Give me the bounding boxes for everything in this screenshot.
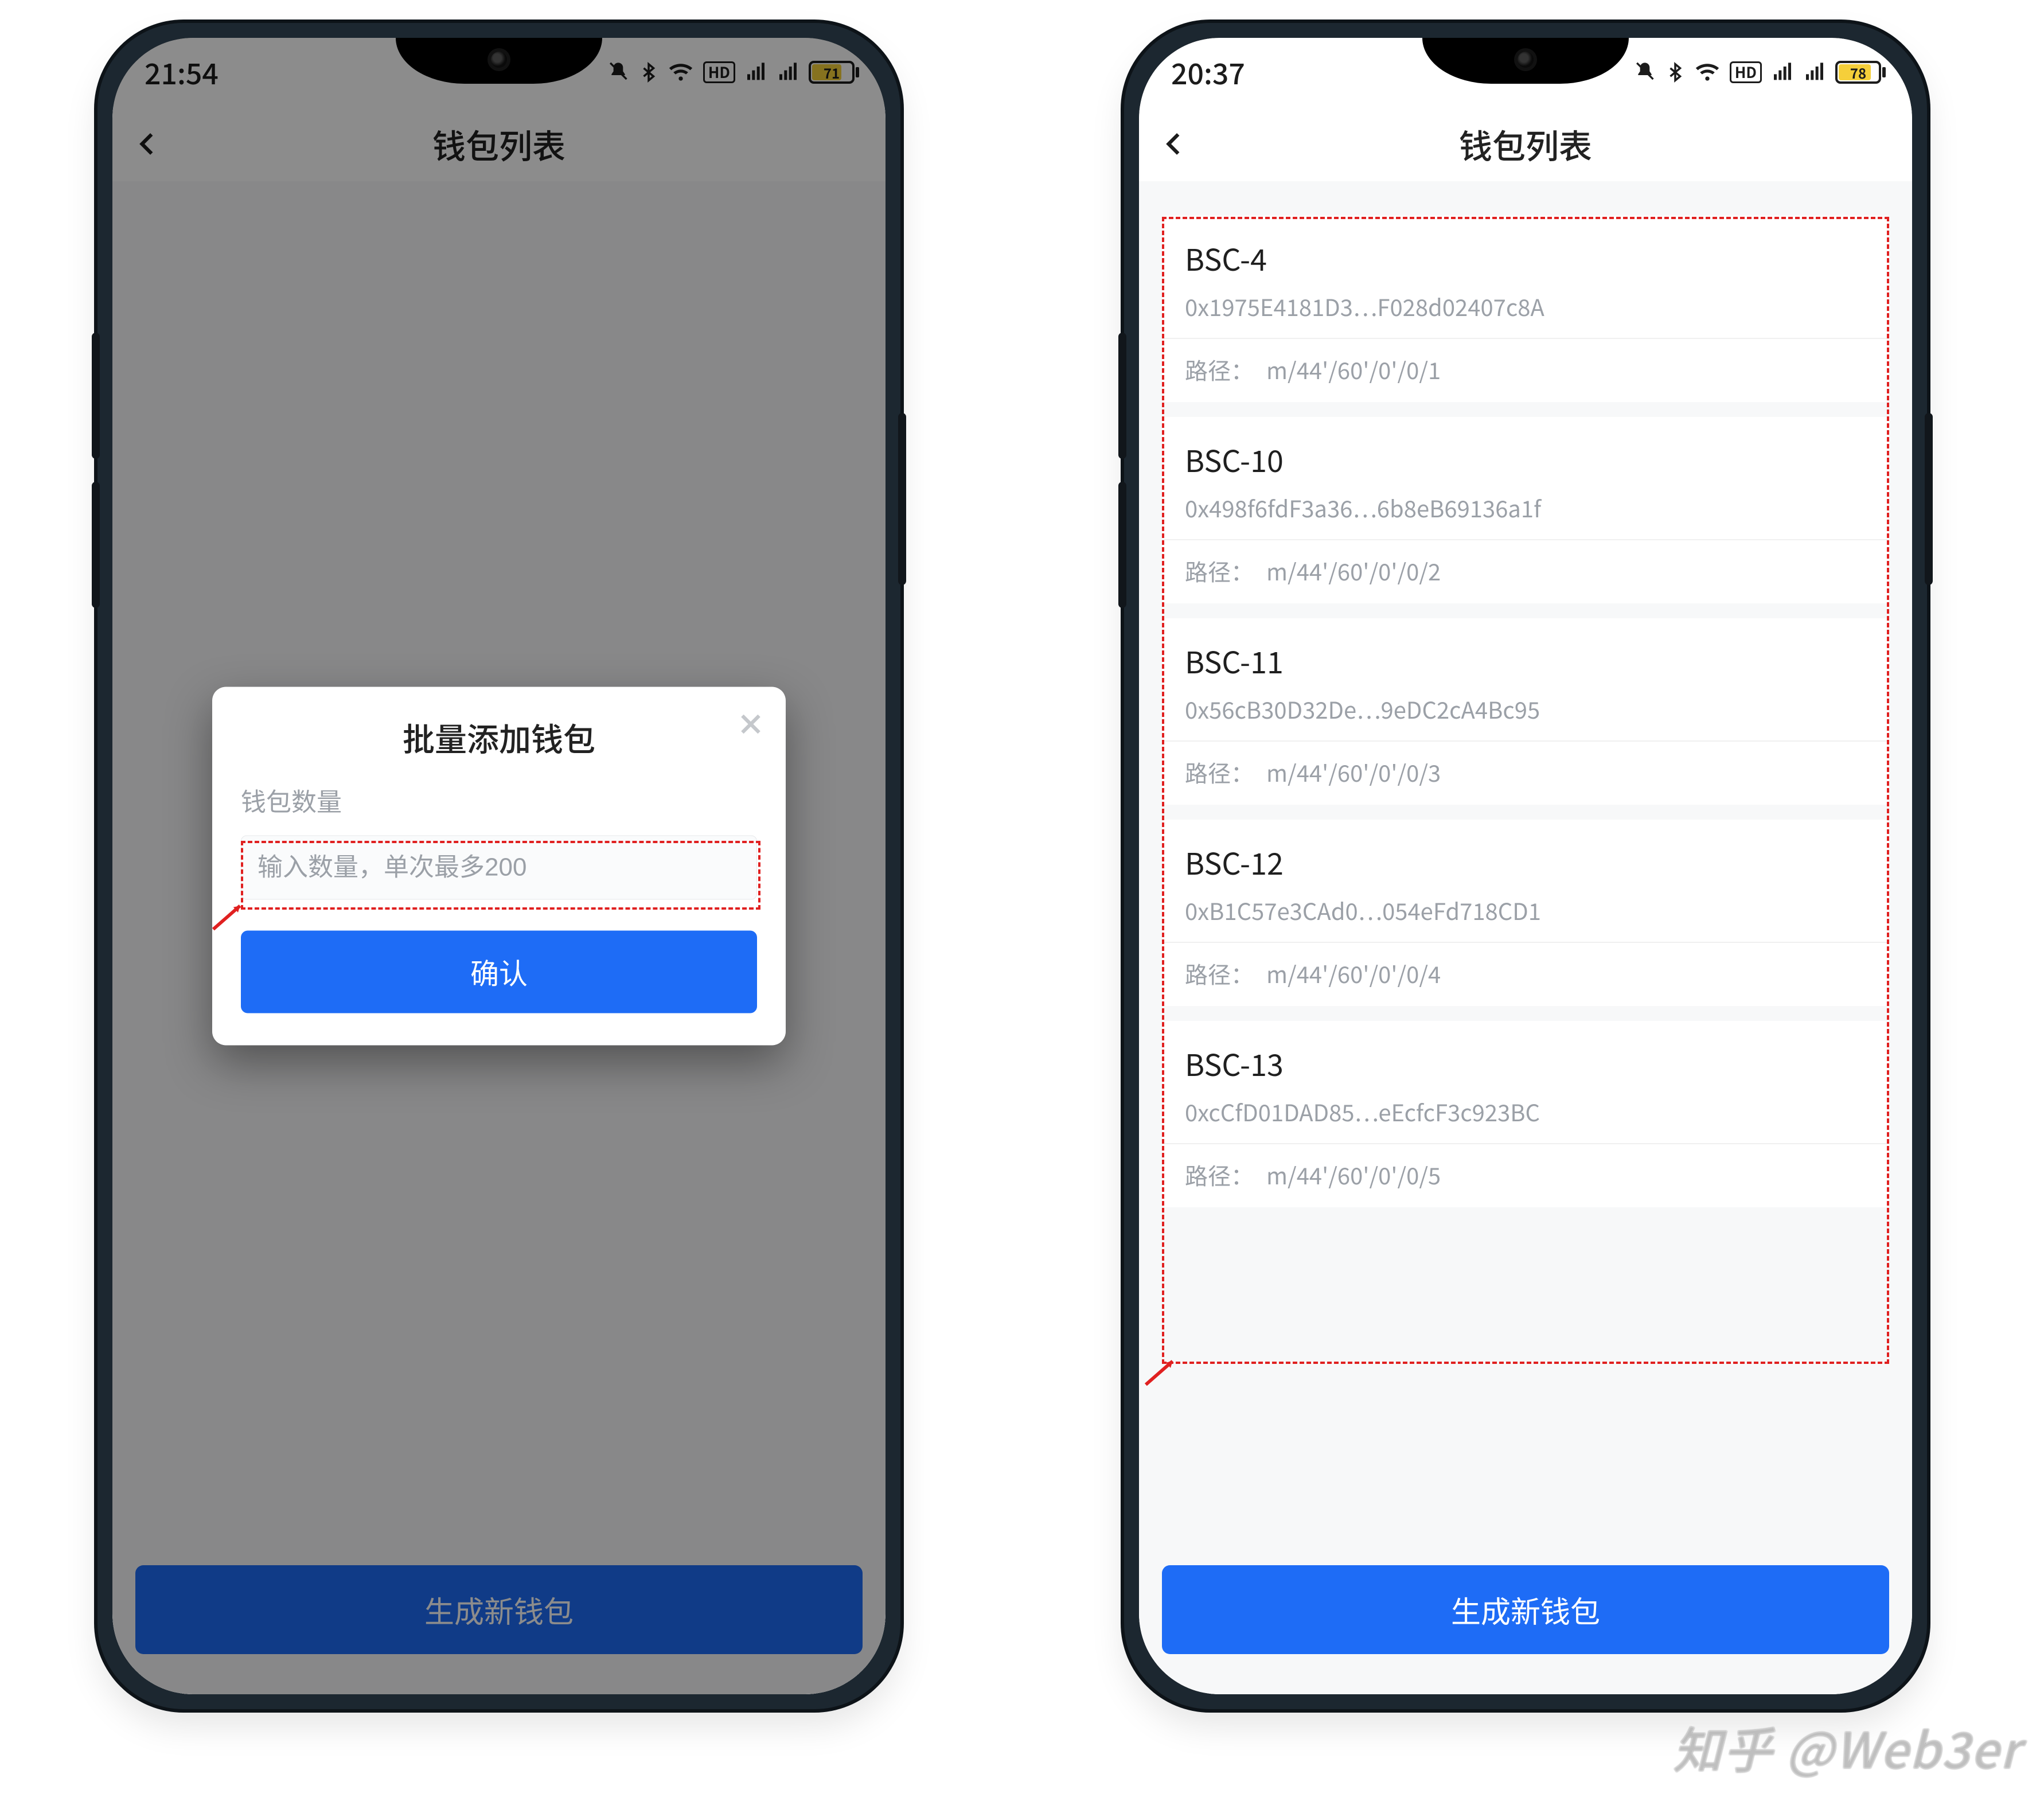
wallet-address: 0xcCfD01DAD85…eEcfcF3c923BC xyxy=(1185,1095,1866,1128)
divider xyxy=(1162,539,1889,540)
wallet-path-row: 路径： m/44'/60'/0'/0/2 xyxy=(1185,554,1866,587)
wallet-path-row: 路径： m/44'/60'/0'/0/5 xyxy=(1185,1158,1866,1191)
wallet-name: BSC-10 xyxy=(1185,438,1866,481)
status-time: 20:37 xyxy=(1165,52,1245,93)
divider xyxy=(1162,338,1889,339)
bottom-bar: 生成新钱包 xyxy=(1139,1548,1912,1694)
battery-level: 78 xyxy=(1850,63,1866,83)
volume-down-button xyxy=(92,482,100,608)
volume-up-button xyxy=(92,333,100,459)
wallet-address: 0x1975E4181D3…F028d02407c8A xyxy=(1185,290,1866,323)
divider xyxy=(1162,942,1889,943)
page-title: 钱包列表 xyxy=(1459,120,1592,168)
page-content: BSC-4 0x1975E4181D3…F028d02407c8A 路径： m/44'… xyxy=(1139,181,1912,1694)
back-button[interactable] xyxy=(1157,127,1192,161)
wallet-path: m/44'/60'/0'/0/1 xyxy=(1266,353,1441,386)
generate-wallet-button[interactable]: 生成新钱包 xyxy=(1162,1565,1889,1654)
wallet-path-label: 路径： xyxy=(1185,554,1254,587)
status-icons: HD 78 xyxy=(1633,60,1886,85)
wallet-path: m/44'/60'/0'/0/4 xyxy=(1266,957,1441,990)
wallet-address: 0x498f6fdF3a36…6b8eB69136a1f xyxy=(1185,491,1866,524)
bell-mute-icon xyxy=(1633,60,1656,85)
phone-right: 20:37 HD 78 xyxy=(1124,23,1927,1709)
modal-close-button[interactable] xyxy=(736,710,765,742)
wallet-address: 0x56cB30D32De…9eDC2cA4Bc95 xyxy=(1185,692,1866,726)
wallet-path-label: 路径： xyxy=(1185,755,1254,789)
wallet-path-row: 路径： m/44'/60'/0'/0/3 xyxy=(1185,755,1866,789)
modal-field-label: 钱包数量 xyxy=(241,782,757,818)
wallet-name: BSC-13 xyxy=(1185,1042,1866,1085)
wallet-list[interactable]: BSC-4 0x1975E4181D3…F028d02407c8A 路径： m/44'… xyxy=(1139,181,1912,1245)
wallet-path: m/44'/60'/0'/0/2 xyxy=(1266,554,1441,587)
bluetooth-icon xyxy=(1665,60,1685,85)
battery-icon: 78 xyxy=(1835,61,1886,84)
wallet-card[interactable]: BSC-13 0xcCfD01DAD85…eEcfcF3c923BC 路径： m/44… xyxy=(1162,1021,1889,1207)
signal-1-icon xyxy=(1771,60,1794,85)
bulk-add-modal: 批量添加钱包 钱包数量 确认 xyxy=(212,687,786,1046)
wallet-path: m/44'/60'/0'/0/3 xyxy=(1266,755,1441,789)
wallet-path-row: 路径： m/44'/60'/0'/0/4 xyxy=(1185,957,1866,990)
watermark: 知乎 @Web3er xyxy=(1673,1711,2021,1783)
wallet-address: 0xB1C57e3CAd0…054eFd718CD1 xyxy=(1185,894,1866,927)
modal-confirm-button[interactable]: 确认 xyxy=(241,931,757,1013)
wallet-count-input[interactable] xyxy=(241,836,757,900)
close-icon xyxy=(736,710,765,739)
divider xyxy=(1162,740,1889,742)
power-button xyxy=(1925,413,1933,585)
wallet-name: BSC-4 xyxy=(1185,236,1866,279)
wallet-path-row: 路径： m/44'/60'/0'/0/1 xyxy=(1185,353,1866,386)
hd-icon: HD xyxy=(1730,61,1762,83)
divider xyxy=(1162,1143,1889,1144)
wallet-path-label: 路径： xyxy=(1185,1158,1254,1191)
wallet-card[interactable]: BSC-11 0x56cB30D32De…9eDC2cA4Bc95 路径： m/44'… xyxy=(1162,618,1889,805)
signal-2-icon xyxy=(1803,60,1826,85)
wallet-path: m/44'/60'/0'/0/5 xyxy=(1266,1158,1441,1191)
wallet-name: BSC-11 xyxy=(1185,639,1866,682)
wallet-name: BSC-12 xyxy=(1185,840,1866,883)
wallet-path-label: 路径： xyxy=(1185,957,1254,990)
page-header: 钱包列表 xyxy=(1139,107,1912,181)
screen-left: 21:54 HD 71 xyxy=(112,38,886,1694)
wallet-card[interactable]: BSC-10 0x498f6fdF3a36…6b8eB69136a1f 路径： m/4… xyxy=(1162,417,1889,603)
wallet-path-label: 路径： xyxy=(1185,353,1254,386)
power-button xyxy=(898,413,906,585)
volume-down-button xyxy=(1118,482,1126,608)
wallet-card[interactable]: BSC-12 0xB1C57e3CAd0…054eFd718CD1 路径： m/44'… xyxy=(1162,820,1889,1006)
modal-title: 批量添加钱包 xyxy=(241,715,757,761)
phone-left: 21:54 HD 71 xyxy=(97,23,900,1709)
chevron-left-icon xyxy=(1160,130,1189,158)
volume-up-button xyxy=(1118,333,1126,459)
wallet-card[interactable]: BSC-4 0x1975E4181D3…F028d02407c8A 路径： m/44'… xyxy=(1162,216,1889,402)
wifi-icon xyxy=(1694,60,1721,85)
screen-right: 20:37 HD 78 xyxy=(1139,38,1912,1694)
